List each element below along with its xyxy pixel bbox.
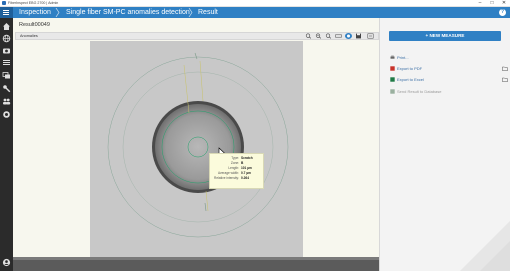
home-icon[interactable]	[2, 22, 11, 31]
send-database-action[interactable]: Send Result to Database	[390, 88, 441, 96]
header-bar: Inspection Single fiber SM-PC anomalies …	[0, 7, 510, 18]
printer-icon	[390, 55, 395, 60]
anomalies-label: Anomalies	[20, 34, 38, 38]
os-title-bar: FiberInspect EBG 2700 | Admin – □ ✕	[0, 0, 510, 7]
window-title: FiberInspect EBG 2700 | Admin	[8, 1, 59, 5]
print-label: Print...	[397, 55, 409, 60]
lifebuoy-icon[interactable]	[2, 110, 11, 119]
folder-icon[interactable]	[502, 77, 508, 82]
close-button[interactable]: ✕	[498, 0, 510, 7]
export-pdf-label: Export to PDF	[397, 66, 423, 71]
menu-icon[interactable]	[0, 7, 13, 18]
fiber-image[interactable]	[90, 41, 303, 257]
anomaly-tooltip: Type: Scratch Zone: B Length: 101 µm Averag…	[209, 153, 264, 189]
tooltip-intensity-label: Relative intensity:	[214, 176, 239, 180]
zoom-in-icon[interactable]	[315, 33, 322, 39]
actions-panel: + NEW MEASURE Print... Export to PDF Exp…	[379, 18, 510, 271]
maximize-button[interactable]: □	[486, 0, 498, 7]
brand-watermark-icon	[460, 221, 510, 271]
fiber-endface-image	[90, 41, 303, 257]
wrench-icon[interactable]	[2, 84, 11, 93]
bottom-strip	[13, 257, 379, 271]
users-icon[interactable]	[2, 97, 11, 106]
export-pdf-action[interactable]: Export to PDF	[390, 65, 422, 73]
result-view: Result00049 Anomalies Type: Scratch Zone…	[13, 18, 379, 271]
camera-icon[interactable]	[2, 46, 11, 55]
breadcrumb-detection[interactable]: Single fiber SM-PC anomalies detection	[66, 7, 190, 18]
anomalies-toolbar: Anomalies	[15, 32, 379, 40]
save-icon[interactable]	[355, 33, 362, 39]
folder-stack-icon[interactable]	[2, 71, 11, 80]
zoom-out-icon[interactable]	[305, 33, 312, 39]
layers-icon[interactable]	[345, 33, 352, 39]
horizontal-scrollbar[interactable]	[13, 257, 379, 260]
globe-icon[interactable]	[2, 34, 11, 43]
folder-icon[interactable]	[502, 66, 508, 71]
export-icon[interactable]	[367, 33, 374, 39]
chevron-right-icon	[55, 8, 60, 17]
chevron-right-icon	[188, 8, 193, 17]
excel-icon	[390, 77, 395, 83]
list-icon[interactable]	[2, 58, 11, 67]
question-icon[interactable]: ?	[499, 9, 506, 16]
result-title: Result00049	[19, 22, 50, 28]
send-database-label: Send Result to Database	[397, 89, 442, 94]
breadcrumb-result: Result	[198, 9, 218, 16]
pdf-icon	[390, 66, 395, 72]
breadcrumb-inspection[interactable]: Inspection	[19, 7, 51, 18]
app-logo-icon	[2, 1, 6, 5]
user-avatar-icon[interactable]	[2, 258, 11, 267]
export-excel-action[interactable]: Export to Excel	[390, 76, 424, 84]
tooltip-intensity-value: 0.264	[241, 176, 249, 180]
sidebar	[0, 18, 13, 271]
print-action[interactable]: Print...	[390, 54, 409, 62]
ruler-icon[interactable]	[335, 33, 342, 39]
zoom-fit-icon[interactable]	[325, 33, 332, 39]
minimize-button[interactable]: –	[474, 0, 486, 7]
database-icon	[390, 89, 395, 95]
export-excel-label: Export to Excel	[397, 77, 424, 82]
new-measure-button[interactable]: + NEW MEASURE	[389, 31, 501, 41]
